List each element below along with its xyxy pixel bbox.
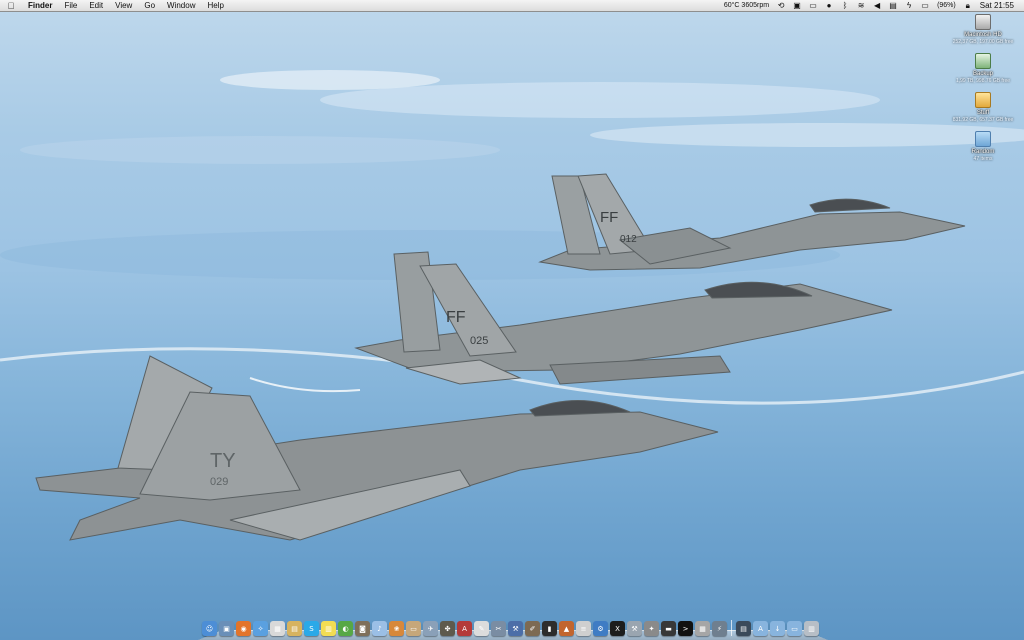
menu-go[interactable]: Go xyxy=(138,0,161,12)
battery-percent[interactable]: (96%) xyxy=(933,0,960,12)
apple-menu-icon[interactable]:  xyxy=(0,1,22,11)
jet3-serial: 012 xyxy=(620,234,637,245)
usb-icon[interactable]: ⚡ xyxy=(712,621,727,636)
desktop-icon-label: Stuff xyxy=(976,110,990,116)
book-icon[interactable]: ▭ xyxy=(406,621,421,636)
jet-f22-front xyxy=(35,355,719,541)
menu-help[interactable]: Help xyxy=(201,0,229,12)
bluetooth-icon[interactable]: ᛒ xyxy=(837,0,853,12)
dock: ☺ ▣ ◉ ✧ ▦ ▤ S ▥ ◐ ◙ ♪ ❀ ▭ ✈ ✤ A ✎ ✂ ⚒ ✐ ▮ ▲ ≡ ⚙ X ⚒ ✦ ▬ > ▦ ⚡ ▤ A ↓ ▭ ▥ xyxy=(198,614,828,640)
backup-drive-icon xyxy=(975,53,991,69)
iphoto-icon[interactable]: ❀ xyxy=(389,621,404,636)
xcode-hammer-icon[interactable]: ⚙ xyxy=(593,621,608,636)
flag-icon[interactable]: ▤ xyxy=(885,0,901,12)
desktop-icon-info: 47 items xyxy=(973,156,993,162)
screen-icon[interactable]: ▣ xyxy=(789,0,805,12)
script-icon[interactable]: ≡ xyxy=(576,621,591,636)
desktop-icon-stuff[interactable]: Stuff 831.92 GB, 657.37 GB free xyxy=(950,92,1016,123)
skype-icon[interactable]: S xyxy=(304,621,319,636)
colorsync-icon[interactable]: ◐ xyxy=(338,621,353,636)
wrench-icon[interactable]: ⚒ xyxy=(627,621,642,636)
desktop-icon-label: Random xyxy=(971,149,995,155)
desktop-icon-backup[interactable]: Backup 1,99 TB, 998.76 GB free xyxy=(950,53,1016,84)
desktop-icon-label: Backup xyxy=(972,71,993,77)
jet3-tail-code: FF xyxy=(600,209,618,226)
terminal-window-icon[interactable]: ▮ xyxy=(542,621,557,636)
applications-stack-icon[interactable]: A xyxy=(753,621,768,636)
script-editor-icon[interactable]: ✦ xyxy=(644,621,659,636)
desktop-icon-random[interactable]: Random 47 items xyxy=(950,131,1016,162)
pdf-icon[interactable]: A xyxy=(457,621,472,636)
utility-icon[interactable]: ✂ xyxy=(491,621,506,636)
menu-app-name[interactable]: Finder xyxy=(22,0,58,12)
preview-icon[interactable]: ▣ xyxy=(219,621,234,636)
menu-bar:  Finder File Edit View Go Window Help 6… xyxy=(0,0,1024,12)
menu-clock[interactable]: Sat 21:55 xyxy=(976,0,1018,12)
wallpaper-art: TY 029 FF 025 FF 012 xyxy=(0,70,1024,541)
firefox-icon[interactable]: ◉ xyxy=(236,621,251,636)
finder-icon[interactable]: ☺ xyxy=(202,621,217,636)
external-drive-icon xyxy=(975,92,991,108)
lock-icon[interactable]: 🔒︎ xyxy=(960,0,976,12)
volume-icon[interactable]: ◀ xyxy=(869,0,885,12)
dock-items: ☺ ▣ ◉ ✧ ▦ ▤ S ▥ ◐ ◙ ♪ ❀ ▭ ✈ ✤ A ✎ ✂ ⚒ ✐ ▮ ▲ ≡ ⚙ X ⚒ ✦ ▬ > ▦ ⚡ ▤ A ↓ ▭ ▥ xyxy=(202,616,821,636)
presentation-icon[interactable]: ▲ xyxy=(559,621,574,636)
folder-icon xyxy=(975,131,991,147)
desktop-icon-info: 831.92 GB, 657.37 GB free xyxy=(952,117,1014,123)
hard-drive-icon xyxy=(975,14,991,30)
terminal-icon[interactable]: > xyxy=(678,621,693,636)
calculator-icon[interactable]: ▦ xyxy=(695,621,710,636)
desktop-icons: Macintosh HD 252,37 GB, 197.00 GB free B… xyxy=(950,14,1016,170)
menu-view[interactable]: View xyxy=(109,0,138,12)
trash-icon[interactable]: ▥ xyxy=(804,621,819,636)
desktop-icon-macintosh-hd[interactable]: Macintosh HD 252,37 GB, 197.00 GB free xyxy=(950,14,1016,45)
menu-edit[interactable]: Edit xyxy=(83,0,109,12)
notes-icon[interactable]: ▤ xyxy=(287,621,302,636)
desktop-icon-info: 252,37 GB, 197.00 GB free xyxy=(952,39,1014,45)
jet2-tail-code: FF xyxy=(446,309,466,326)
desktop-icon-info: 1,99 TB, 998.76 GB free xyxy=(955,78,1011,84)
documents-stack-icon[interactable]: ▤ xyxy=(736,621,751,636)
desktop-wallpaper: TY 029 FF 025 FF 012 xyxy=(0,0,1024,640)
menu-bar-left:  Finder File Edit View Go Window Help xyxy=(0,0,230,11)
power-icon[interactable]: ϟ xyxy=(901,0,917,12)
x11-icon[interactable]: X xyxy=(610,621,625,636)
time-machine-icon[interactable]: ⟲ xyxy=(773,0,789,12)
display-icon[interactable]: ▭ xyxy=(805,0,821,12)
compass-icon[interactable]: ✤ xyxy=(440,621,455,636)
itunes-icon[interactable]: ♪ xyxy=(372,621,387,636)
jet1-tail-code: TY xyxy=(210,450,236,472)
menu-bar-status: 60°C 3605rpm ⟲ ▣ ▭ ● ᛒ ≋ ◀ ▤ ϟ ▭ (96%) 🔒… xyxy=(720,0,1024,11)
textedit-icon[interactable]: ✎ xyxy=(474,621,489,636)
battery-icon[interactable]: ▭ xyxy=(917,0,933,12)
bird-icon[interactable]: ✈ xyxy=(423,621,438,636)
wifi-icon[interactable]: ≋ xyxy=(853,0,869,12)
safari-icon[interactable]: ✧ xyxy=(253,621,268,636)
jet1-serial: 029 xyxy=(210,476,228,488)
photo-icon[interactable]: ◙ xyxy=(355,621,370,636)
downloads-stack-icon[interactable]: ↓ xyxy=(770,621,785,636)
user-icon[interactable]: ● xyxy=(821,0,837,12)
menu-file[interactable]: File xyxy=(58,0,83,12)
menu-window[interactable]: Window xyxy=(161,0,201,12)
temperature-status[interactable]: 60°C 3605rpm xyxy=(720,0,773,12)
pencil-icon[interactable]: ✐ xyxy=(525,621,540,636)
folder-stack-icon[interactable]: ▭ xyxy=(787,621,802,636)
desktop-icon-label: Macintosh HD xyxy=(964,32,1002,38)
xcode-icon[interactable]: ⚒ xyxy=(508,621,523,636)
dock-separator xyxy=(731,620,732,636)
stickies-icon[interactable]: ▥ xyxy=(321,621,336,636)
calendar-icon[interactable]: ▦ xyxy=(270,621,285,636)
console-icon[interactable]: ▬ xyxy=(661,621,676,636)
jet2-serial: 025 xyxy=(470,335,488,347)
